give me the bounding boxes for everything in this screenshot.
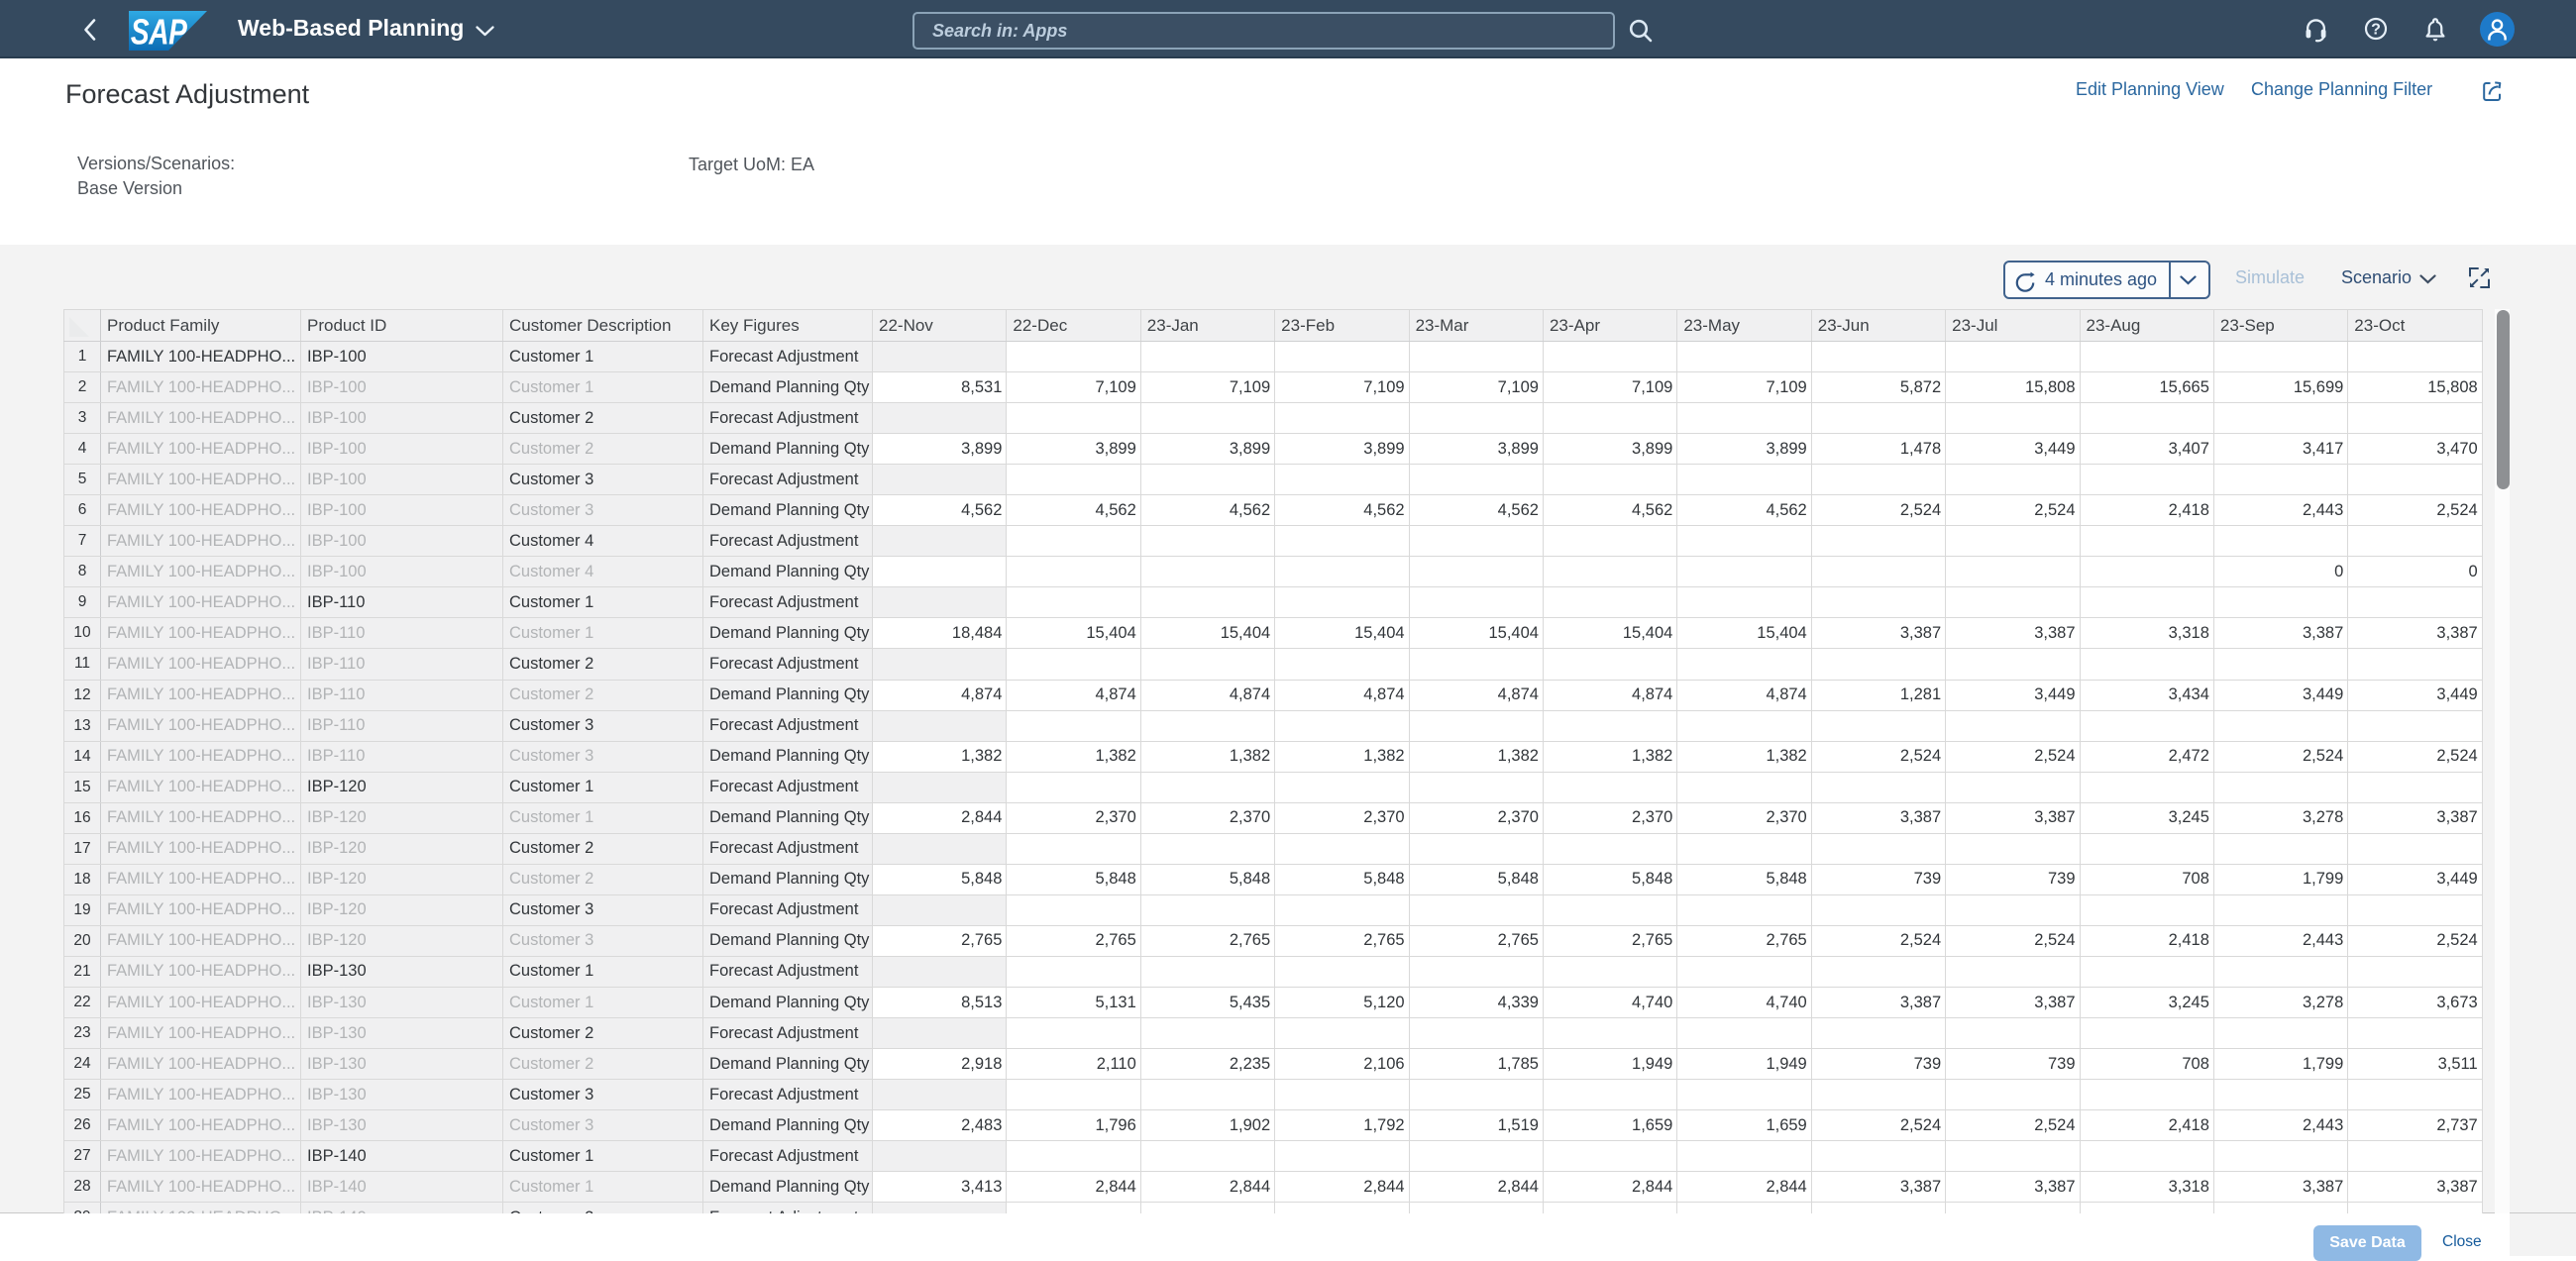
- svg-text:SAP: SAP: [131, 12, 187, 51]
- svg-text:?: ?: [2371, 22, 2381, 39]
